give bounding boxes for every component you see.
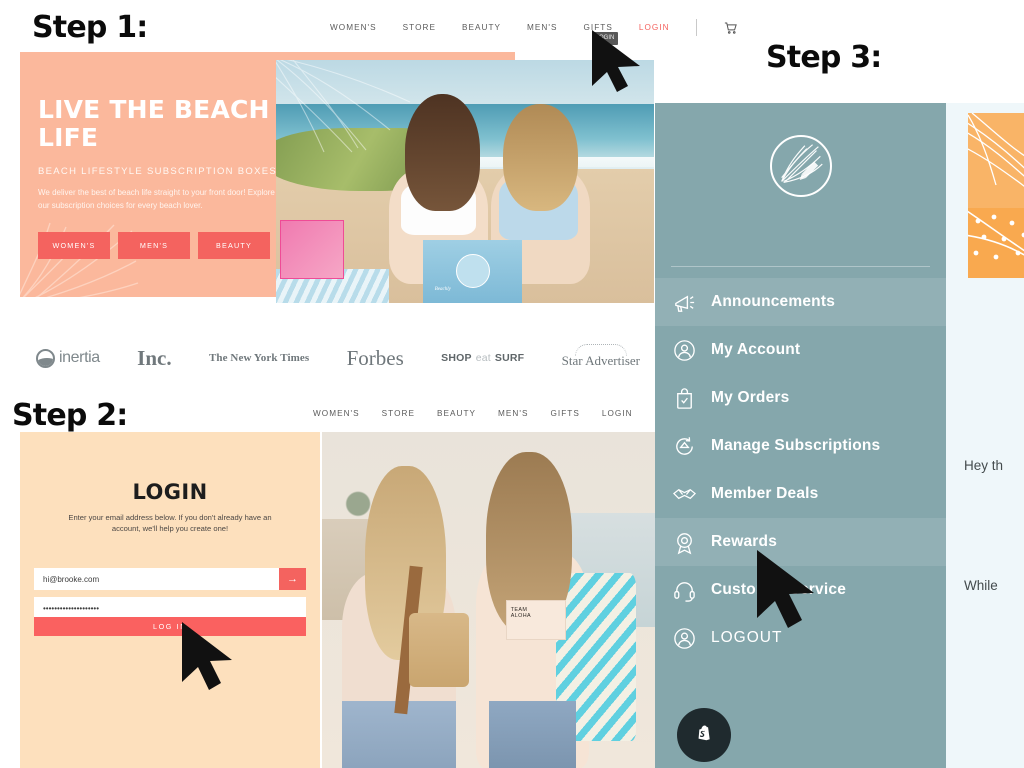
nav-divider xyxy=(695,19,697,36)
nav2-link-store[interactable]: STORE xyxy=(382,409,415,418)
step-3-heading: Step 3: xyxy=(766,40,882,75)
sidebar-label-customer-service: Customer Service xyxy=(711,581,847,598)
hero-body-text: We deliver the best of beach life straig… xyxy=(38,188,275,210)
sidebar-label-announcements: Announcements xyxy=(711,293,836,310)
sidebar-item-my-account[interactable]: My Account xyxy=(655,326,946,374)
cart-icon[interactable] xyxy=(723,20,738,36)
nav2-link-login[interactable]: LOGIN xyxy=(602,409,633,418)
sidebar-item-member-deals[interactable]: Member Deals xyxy=(655,470,946,518)
press-logo-nyt: The New York Times xyxy=(208,352,310,364)
nav-link-beauty[interactable]: BEAUTY xyxy=(462,23,501,32)
sidebar-item-announcements[interactable]: Announcements xyxy=(655,278,946,326)
press-logo-inertia: inertia xyxy=(36,348,100,368)
login-panel: LOGIN Enter your email address below. If… xyxy=(20,432,320,768)
subscription-box-brand: Beachly xyxy=(434,287,451,293)
tee-graphic-text: TEAM ALOHA xyxy=(510,606,531,620)
email-row: → xyxy=(34,568,306,590)
press-logo-inc: Inc. xyxy=(137,345,172,370)
account-content-column: Hey th While xyxy=(946,103,1024,768)
decorative-art-panel xyxy=(968,113,1024,278)
hero-photo: Beachly xyxy=(276,60,654,303)
nav-link-login[interactable]: LOGIN xyxy=(639,23,670,32)
sidebar-label-my-account: My Account xyxy=(711,341,801,358)
password-row xyxy=(34,597,306,619)
sidebar-label-rewards: Rewards xyxy=(711,533,778,550)
press-logo-strip: inertia Inc. The New York Times Forbes S… xyxy=(20,330,656,386)
sidebar-label-my-orders: My Orders xyxy=(711,389,790,406)
login-tooltip: LOGIN xyxy=(592,32,618,45)
nav2-link-mens[interactable]: MEN'S xyxy=(498,409,528,418)
brand-logo-wrapper xyxy=(655,135,946,197)
hero-cta-group: WOMEN'S MEN'S BEAUTY xyxy=(38,232,270,259)
shopify-bag-icon[interactable] xyxy=(677,708,731,762)
sidebar-item-my-orders[interactable]: My Orders xyxy=(655,374,946,422)
headset-icon xyxy=(672,578,697,603)
login-photo: TEAM ALOHA xyxy=(322,432,656,768)
user-circle-icon xyxy=(672,626,697,651)
sidebar-label-manage-subscriptions: Manage Subscriptions xyxy=(711,437,881,454)
nav-link-gifts[interactable]: GIFTS xyxy=(584,23,613,32)
press-logo-forbes: Forbes xyxy=(346,345,404,370)
sidebar-item-rewards[interactable]: Rewards xyxy=(655,518,946,566)
step-1-heading: Step 1: xyxy=(32,10,148,45)
tutorial-collage: Step 1: WOMEN'S STORE BEAUTY MEN'S GIFTS… xyxy=(0,0,1024,768)
nav2-link-gifts[interactable]: GIFTS xyxy=(551,409,580,418)
nav2-link-womens[interactable]: WOMEN'S xyxy=(313,409,360,418)
email-input[interactable] xyxy=(34,568,279,590)
press-logo-star-advertiser: Star Advertiser xyxy=(562,344,640,369)
press-logo-shopeatsurf: SHOP eat SURF xyxy=(441,352,525,364)
hero-button-mens[interactable]: MEN'S xyxy=(118,232,190,259)
site-nav-step1[interactable]: WOMEN'S STORE BEAUTY MEN'S GIFTS LOGIN xyxy=(330,19,738,36)
hero-button-womens[interactable]: WOMEN'S xyxy=(38,232,110,259)
login-subtitle: Enter your email address below. If you d… xyxy=(68,513,272,533)
inertia-mark-icon xyxy=(36,348,55,368)
log-in-button[interactable]: LOG IN xyxy=(34,617,306,636)
handshake-icon xyxy=(672,482,697,507)
refresh-cycle-icon xyxy=(672,434,697,459)
sidebar-divider xyxy=(671,266,930,267)
content-paragraph-1: Hey th xyxy=(964,458,1004,473)
user-circle-icon xyxy=(672,338,697,363)
nav-link-womens[interactable]: WOMEN'S xyxy=(330,23,377,32)
step-2-heading: Step 2: xyxy=(12,398,128,433)
nav-link-store[interactable]: STORE xyxy=(403,23,436,32)
content-paragraph-2: While xyxy=(964,578,998,593)
sidebar-item-customer-service[interactable]: Customer Service xyxy=(655,566,946,614)
email-submit-arrow-icon[interactable]: → xyxy=(279,568,306,590)
sidebar-item-logout[interactable]: LOGOUT xyxy=(655,614,946,662)
megaphone-icon xyxy=(672,290,697,315)
palm-frond-pencil-logo xyxy=(769,135,832,197)
site-nav-step2[interactable]: WOMEN'S STORE BEAUTY MEN'S GIFTS LOGIN xyxy=(313,405,693,422)
sidebar-label-logout: LOGOUT xyxy=(711,629,783,646)
sidebar-label-member-deals: Member Deals xyxy=(711,485,819,502)
hero-button-beauty[interactable]: BEAUTY xyxy=(198,232,270,259)
shopping-bag-check-icon xyxy=(672,386,697,411)
password-input[interactable] xyxy=(34,597,306,619)
account-dashboard: Announcements My Account My Orders Manag… xyxy=(655,103,1024,768)
award-ribbon-icon xyxy=(672,530,697,555)
star-rays-decoration xyxy=(574,344,627,356)
nav2-link-beauty[interactable]: BEAUTY xyxy=(437,409,476,418)
nav-link-mens[interactable]: MEN'S xyxy=(527,23,557,32)
account-sidebar: Announcements My Account My Orders Manag… xyxy=(655,103,946,768)
login-title: LOGIN xyxy=(132,480,208,504)
sidebar-item-manage-subscriptions[interactable]: Manage Subscriptions xyxy=(655,422,946,470)
